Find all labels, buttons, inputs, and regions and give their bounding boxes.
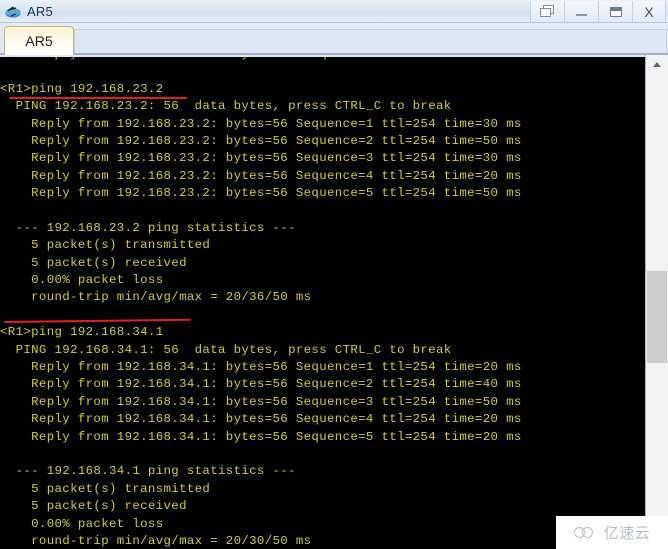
restore-button[interactable] bbox=[530, 1, 564, 22]
terminal-line: PING 192.168.34.1: 56 data bytes, press … bbox=[0, 342, 452, 357]
terminal-line: <R1>ping 192.168.34.1 bbox=[0, 325, 164, 340]
window-titlebar: AR5 X bbox=[0, 0, 668, 23]
minimize-icon bbox=[576, 13, 587, 16]
terminal-line: 0.00% packet loss bbox=[0, 516, 164, 531]
terminal-line: PING 192.168.23.2: 56 data bytes, press … bbox=[0, 99, 452, 114]
terminal-output[interactable]: Reply from 192.168.12.1: bytes=56 Sequen… bbox=[0, 57, 645, 549]
terminal-scrollbar[interactable] bbox=[645, 55, 668, 549]
cloud-logo-icon bbox=[573, 525, 600, 540]
terminal-line: --- 192.168.34.1 ping statistics --- bbox=[0, 464, 296, 479]
terminal-line: 5 packet(s) received bbox=[0, 255, 187, 270]
tab-strip: AR5 bbox=[0, 23, 668, 55]
terminal-line: Reply from 192.168.23.2: bytes=56 Sequen… bbox=[0, 186, 522, 201]
minimize-button[interactable] bbox=[564, 1, 598, 22]
terminal-line: 0.00% packet loss bbox=[0, 273, 164, 288]
terminal-line: Reply from 192.168.34.1: bytes=56 Sequen… bbox=[0, 429, 522, 444]
watermark: 亿速云 bbox=[556, 516, 668, 549]
maximize-icon bbox=[609, 6, 622, 17]
terminal-line: round-trip min/avg/max = 20/30/50 ms bbox=[0, 533, 312, 548]
close-icon: X bbox=[644, 3, 654, 20]
terminal-line: 5 packet(s) transmitted bbox=[0, 238, 211, 253]
stacked-windows-icon bbox=[540, 5, 555, 18]
terminal-line: Reply from 192.168.23.2: bytes=56 Sequen… bbox=[0, 116, 522, 131]
terminal-area: Reply from 192.168.12.1: bytes=56 Sequen… bbox=[0, 55, 668, 549]
caret-up-icon bbox=[653, 61, 661, 67]
terminal-line: --- 192.168.23.2 ping statistics --- bbox=[0, 220, 296, 235]
terminal-text: Reply from 192.168.12.1: bytes=56 Sequen… bbox=[0, 57, 645, 549]
terminal-line: Reply from 192.168.34.1: bytes=56 Sequen… bbox=[0, 394, 522, 409]
tab-strip-empty-area bbox=[74, 29, 667, 55]
window-controls: X bbox=[530, 1, 666, 22]
red-underline-ping-23 bbox=[9, 97, 187, 99]
terminal-line: 5 packet(s) transmitted bbox=[0, 481, 211, 496]
maximize-button[interactable] bbox=[598, 1, 632, 22]
crt-terminal-window: AR5 X AR5 Reply from bbox=[0, 0, 668, 549]
terminal-line: Reply from 192.168.23.2: bytes=56 Sequen… bbox=[0, 151, 522, 166]
scroll-up-button[interactable] bbox=[646, 55, 668, 73]
window-title: AR5 bbox=[27, 3, 53, 19]
scrollbar-thumb[interactable] bbox=[647, 271, 667, 363]
terminal-line: Reply from 192.168.23.2: bytes=56 Sequen… bbox=[0, 133, 522, 148]
scrollbar-track[interactable] bbox=[646, 73, 668, 549]
terminal-line: Reply from 192.168.34.1: bytes=56 Sequen… bbox=[0, 412, 522, 427]
terminal-line: Reply from 192.168.34.1: bytes=56 Sequen… bbox=[0, 377, 522, 392]
terminal-line: <R1>ping 192.168.23.2 bbox=[0, 81, 164, 96]
terminal-line: Reply from 192.168.23.2: bytes=56 Sequen… bbox=[0, 168, 522, 183]
router-icon bbox=[4, 2, 22, 20]
close-button[interactable]: X bbox=[632, 1, 666, 22]
terminal-line: 5 packet(s) received bbox=[0, 499, 187, 514]
terminal-line: round-trip min/avg/max = 20/36/50 ms bbox=[0, 290, 312, 305]
terminal-line: Reply from 192.168.34.1: bytes=56 Sequen… bbox=[0, 360, 522, 375]
tab-ar5-label: AR5 bbox=[25, 33, 53, 49]
watermark-text: 亿速云 bbox=[603, 524, 651, 542]
tab-ar5[interactable]: AR5 bbox=[4, 26, 74, 55]
